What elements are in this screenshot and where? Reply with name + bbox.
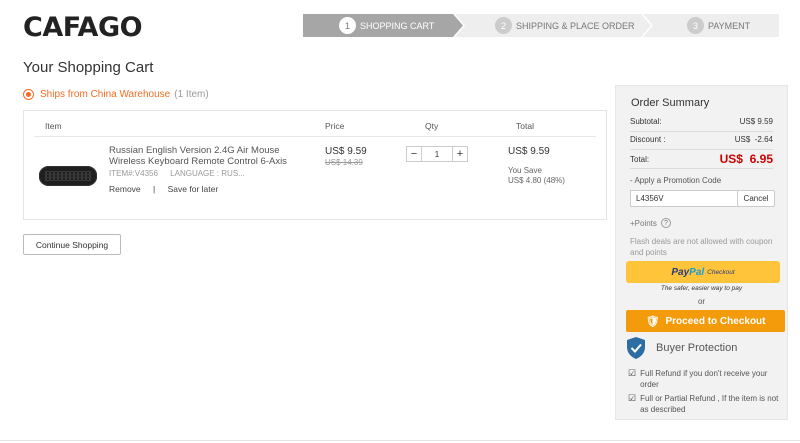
step-shipping: 2 SHIPPING & PLACE ORDER <box>455 14 651 37</box>
shield-check-icon: 🛡 <box>645 315 660 328</box>
paypal-logo-pal: Pal <box>689 266 705 278</box>
col-header-qty: Qty <box>425 121 439 131</box>
summary-title: Order Summary <box>631 97 710 109</box>
step-label: SHOPPING CART <box>360 20 435 31</box>
unit-price: US$ 9.59 <box>325 146 367 157</box>
guarantee-item: ☑ Full Refund if you don't receive your … <box>628 368 780 390</box>
promo-code-input[interactable]: L4356V <box>630 190 747 207</box>
col-header-total: Total <box>516 121 534 131</box>
footer-divider <box>0 440 800 441</box>
total-row: Total: US$ 6.95 <box>630 150 773 169</box>
cart-table: Item Price Qty Total Russian English Ver… <box>23 110 607 220</box>
paypal-tagline: The safer, easier way to pay <box>660 285 743 292</box>
quantity-stepper: − 1 + <box>406 146 468 162</box>
buyer-protection: Buyer Protection <box>626 336 737 360</box>
checkbox-icon: ☑ <box>628 393 637 403</box>
page-title: Your Shopping Cart <box>23 59 154 76</box>
total-value: US$ 6.95 <box>719 152 773 166</box>
subtotal-label: Subtotal: <box>630 117 662 126</box>
promo-label: - Apply a Promotion Code <box>630 176 722 185</box>
product-language: LANGUAGE : RUS... <box>170 169 245 178</box>
page: CAFAGO 1 SHOPPING CART 2 SHIPPING & PLAC… <box>0 0 800 443</box>
paypal-checkout-button[interactable]: Pay Pal Checkout <box>626 261 780 283</box>
line-total: US$ 9.59 <box>508 146 550 157</box>
original-price: US$ 14.39 <box>325 158 363 167</box>
qty-input[interactable]: 1 <box>422 146 452 162</box>
save-for-later-link[interactable]: Save for later <box>168 184 219 194</box>
cafago-logo[interactable]: CAFAGO <box>23 12 143 43</box>
guarantee-text: Full or Partial Refund , If the item is … <box>640 394 779 414</box>
order-summary: Order Summary Subtotal: US$ 9.59 Discoun… <box>615 85 788 420</box>
subtotal-value: US$ 9.59 <box>739 117 773 126</box>
step-shopping-cart: 1 SHOPPING CART <box>303 14 463 37</box>
proceed-to-checkout-button[interactable]: 🛡 Proceed to Checkout <box>626 310 785 332</box>
flash-deal-note: Flash deals are not allowed with coupon … <box>630 237 773 257</box>
step-label: SHIPPING & PLACE ORDER <box>516 20 635 31</box>
discount-row: Discount : US$ -2.64 <box>630 135 773 150</box>
remove-link[interactable]: Remove <box>109 184 141 194</box>
header-divider <box>34 136 596 137</box>
step-number: 1 <box>339 17 356 34</box>
item-actions: Remove | Save for later <box>109 184 218 194</box>
item-number: ITEM#:V4356 <box>109 169 158 178</box>
warehouse-selector[interactable]: Ships from China Warehouse (1 Item) <box>23 89 209 100</box>
discount-value: US$ -2.64 <box>734 135 773 144</box>
you-save-label: You Save <box>508 166 542 175</box>
qty-minus-button[interactable]: − <box>406 146 422 162</box>
checkout-label: Proceed to Checkout <box>665 315 766 327</box>
checkbox-icon: ☑ <box>628 368 637 378</box>
shield-icon <box>627 337 645 359</box>
action-separator: | <box>153 184 156 194</box>
promo-cancel-button[interactable]: Cancel <box>737 190 775 207</box>
or-divider: or <box>697 297 706 306</box>
qty-plus-button[interactable]: + <box>452 146 468 162</box>
guarantee-text: Full Refund if you don't receive your or… <box>640 369 768 389</box>
step-label: PAYMENT <box>708 20 751 31</box>
col-header-price: Price <box>325 121 345 131</box>
points-label: +Points <box>630 218 657 228</box>
paypal-logo-pay: Pay <box>671 266 690 278</box>
total-label: Total: <box>630 154 650 164</box>
product-name[interactable]: Russian English Version 2.4G Air Mouse W… <box>109 145 309 167</box>
step-number: 3 <box>687 17 704 34</box>
continue-shopping-button[interactable]: Continue Shopping <box>23 234 121 255</box>
checkout-progress: 1 SHOPPING CART 2 SHIPPING & PLACE ORDER… <box>303 14 787 37</box>
step-number: 2 <box>495 17 512 34</box>
buyer-protection-title: Buyer Protection <box>656 342 738 354</box>
points-toggle[interactable]: +Points ? <box>630 218 671 228</box>
discount-label: Discount : <box>630 135 666 144</box>
item-count: (1 Item) <box>174 89 209 100</box>
guarantee-item: ☑ Full or Partial Refund , If the item i… <box>628 393 780 415</box>
paypal-checkout-label: Checkout <box>707 268 735 276</box>
you-save-amount: US$ 4.80 (48%) <box>508 176 565 185</box>
warehouse-label: Ships from China Warehouse <box>40 89 171 100</box>
product-image[interactable] <box>39 166 97 186</box>
step-payment: 3 PAYMENT <box>643 14 779 37</box>
col-header-item: Item <box>45 121 62 131</box>
subtotal-row: Subtotal: US$ 9.59 <box>630 117 773 132</box>
help-icon[interactable]: ? <box>660 218 671 228</box>
radio-selected-icon[interactable] <box>23 89 34 100</box>
product-meta: ITEM#:V4356 LANGUAGE : RUS... <box>109 169 255 178</box>
